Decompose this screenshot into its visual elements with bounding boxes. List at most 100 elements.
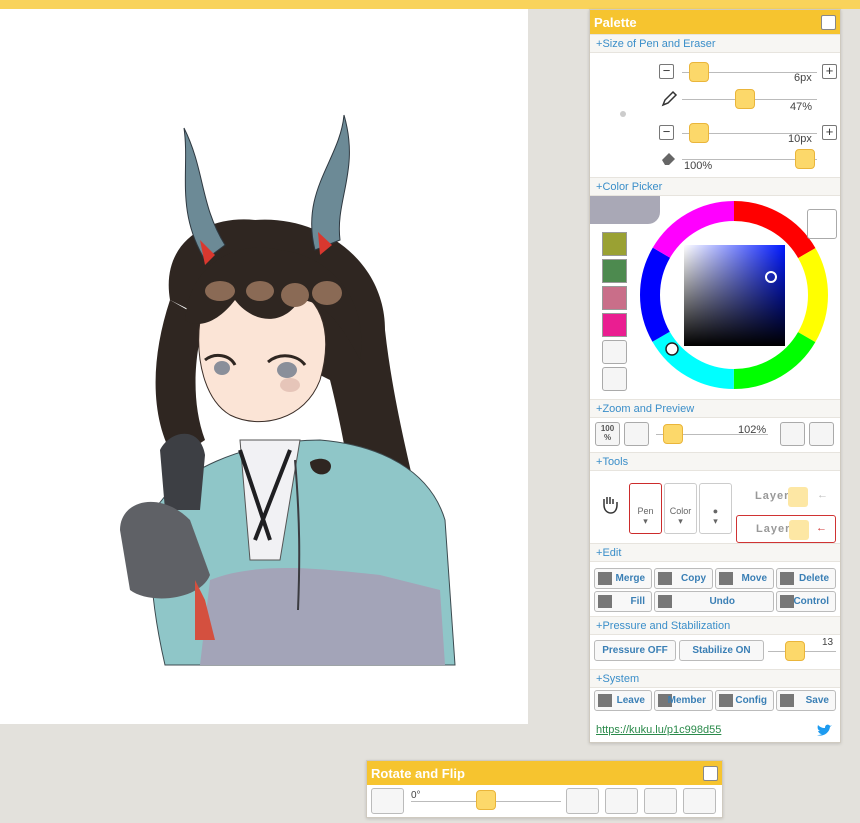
stabilize-toggle-button[interactable]: Stabilize ON <box>679 640 764 661</box>
pen-opacity-value: 47% <box>790 101 813 113</box>
section-tools-label: Tools <box>602 456 629 468</box>
eraser-size-plus-button[interactable]: + <box>822 125 837 140</box>
top-bar <box>0 0 860 9</box>
palette-title-text: Palette <box>594 15 637 30</box>
color-swatch-3[interactable] <box>602 286 627 310</box>
rotate-angle-value: 0° <box>411 790 421 801</box>
merge-icon <box>598 572 612 585</box>
color-tool-label: Color <box>669 506 692 516</box>
share-link[interactable]: https://kuku.lu/p1c998d55 <box>596 724 721 736</box>
layer1-button[interactable]: Layer1 ← <box>736 483 836 511</box>
pressure-controls: Pressure OFF Stabilize ON 13 <box>590 635 842 669</box>
hand-icon[interactable] <box>599 493 621 515</box>
pencil-icon <box>661 90 678 107</box>
pen-tool-label: Pen <box>637 506 654 516</box>
eraser-opacity-slider[interactable] <box>795 149 815 169</box>
member-button[interactable]: Member <box>654 690 713 711</box>
rotate-left-icon[interactable] <box>371 788 404 814</box>
undo-button[interactable]: Undo <box>654 591 774 612</box>
copy-button[interactable]: Copy <box>654 568 713 589</box>
layer2-arrow-icon: ← <box>816 522 827 534</box>
section-zoom[interactable]: +Zoom and Preview <box>590 399 840 418</box>
section-edit[interactable]: +Edit <box>590 543 840 562</box>
zoom-controls: 100 % 102% <box>590 418 842 452</box>
section-color[interactable]: +Color Picker <box>590 177 840 196</box>
section-size[interactable]: +Size of Pen and Eraser <box>590 34 840 53</box>
section-tools[interactable]: +Tools <box>590 452 840 471</box>
eraser-icon <box>662 153 675 165</box>
add-swatch-icon[interactable] <box>602 340 627 364</box>
save-button[interactable]: Save <box>776 690 836 711</box>
edit-buttons: Merge Copy Move Delete Fill Undo Control <box>590 562 842 616</box>
color-tool-button[interactable]: Color ▾ <box>664 483 697 534</box>
minimize-toggle[interactable] <box>821 15 836 30</box>
rotate-minimize-toggle[interactable] <box>703 766 718 781</box>
merge-button[interactable]: Merge <box>594 568 652 589</box>
pen-size-plus-button[interactable]: + <box>822 64 837 79</box>
magnifier-icon[interactable] <box>809 422 834 446</box>
zoom-slider[interactable] <box>663 424 683 444</box>
picker-mode-icon[interactable] <box>807 209 837 239</box>
fit-screen-icon[interactable] <box>624 422 649 446</box>
zoom-100-button[interactable]: 100 % <box>595 422 620 446</box>
rotate-slider[interactable] <box>476 790 496 810</box>
control-button[interactable]: Control <box>776 591 836 612</box>
star-icon <box>780 595 794 608</box>
fill-icon <box>598 595 612 608</box>
fill-button[interactable]: Fill <box>594 591 652 612</box>
layer2-button[interactable]: Layer2 ← <box>736 515 836 543</box>
delete-button[interactable]: Delete <box>776 568 836 589</box>
pen-size-slider[interactable] <box>689 62 709 82</box>
section-pressure[interactable]: +Pressure and Stabilization <box>590 616 840 635</box>
undo-label: Undo <box>709 596 735 607</box>
rotate-reset-icon[interactable] <box>605 788 638 814</box>
color-swatch-4[interactable] <box>602 313 627 337</box>
section-size-label: Size of Pen and Eraser <box>602 38 716 50</box>
section-pressure-label: Pressure and Stabilization <box>602 620 731 632</box>
pen-size-minus-button[interactable]: − <box>659 64 674 79</box>
twitter-icon[interactable] <box>816 724 832 738</box>
section-zoom-label: Zoom and Preview <box>602 403 695 415</box>
pen-opacity-slider[interactable] <box>735 89 755 109</box>
color-swatch-1[interactable] <box>602 232 627 256</box>
delete-label: Delete <box>798 573 829 584</box>
leave-button[interactable]: Leave <box>594 690 652 711</box>
rotate-panel: Rotate and Flip 0° <box>366 760 723 818</box>
brush-preview <box>620 111 626 117</box>
delete-icon <box>780 572 794 585</box>
drawing-canvas[interactable] <box>0 9 528 724</box>
swatch-manage-icon[interactable] <box>602 367 627 391</box>
undo-icon <box>658 595 672 608</box>
merge-label: Merge <box>615 573 645 584</box>
rotate-right-icon[interactable] <box>566 788 599 814</box>
layer1-thumb <box>788 487 808 507</box>
color-picker <box>590 196 842 400</box>
eraser-tool-button[interactable]: ● ▾ <box>699 483 732 534</box>
move-button[interactable]: Move <box>715 568 774 589</box>
eraser-size-value: 10px <box>788 133 812 145</box>
move-label: Move <box>741 573 767 584</box>
section-system[interactable]: +System <box>590 669 840 688</box>
color-swatch-2[interactable] <box>602 259 627 283</box>
pressure-toggle-button[interactable]: Pressure OFF <box>594 640 676 661</box>
flip-vertical-icon[interactable] <box>683 788 716 814</box>
flip-horizontal-icon[interactable] <box>644 788 677 814</box>
config-button[interactable]: Config <box>715 690 774 711</box>
eraser-size-slider[interactable] <box>689 123 709 143</box>
gear-icon <box>719 694 733 707</box>
rotate-reset-icon[interactable] <box>780 422 805 446</box>
rotate-title: Rotate and Flip <box>367 761 722 785</box>
leave-label: Leave <box>616 695 645 706</box>
fill-label: Fill <box>630 596 645 607</box>
pen-tool-button[interactable]: Pen ▾ <box>629 483 662 534</box>
stabilize-slider[interactable] <box>785 641 805 661</box>
section-system-label: System <box>602 673 640 685</box>
artwork <box>120 114 456 666</box>
layer2-thumb <box>789 520 809 540</box>
stabilize-value: 13 <box>822 637 834 648</box>
eraser-size-minus-button[interactable]: − <box>659 125 674 140</box>
tools-area: Pen ▾ Color ▾ ● ▾ Layer1 ← Layer2 ← <box>590 471 842 543</box>
layer1-arrow-icon: ← <box>817 489 828 501</box>
copy-label: Copy <box>681 573 706 584</box>
color-wheel[interactable] <box>640 201 830 391</box>
